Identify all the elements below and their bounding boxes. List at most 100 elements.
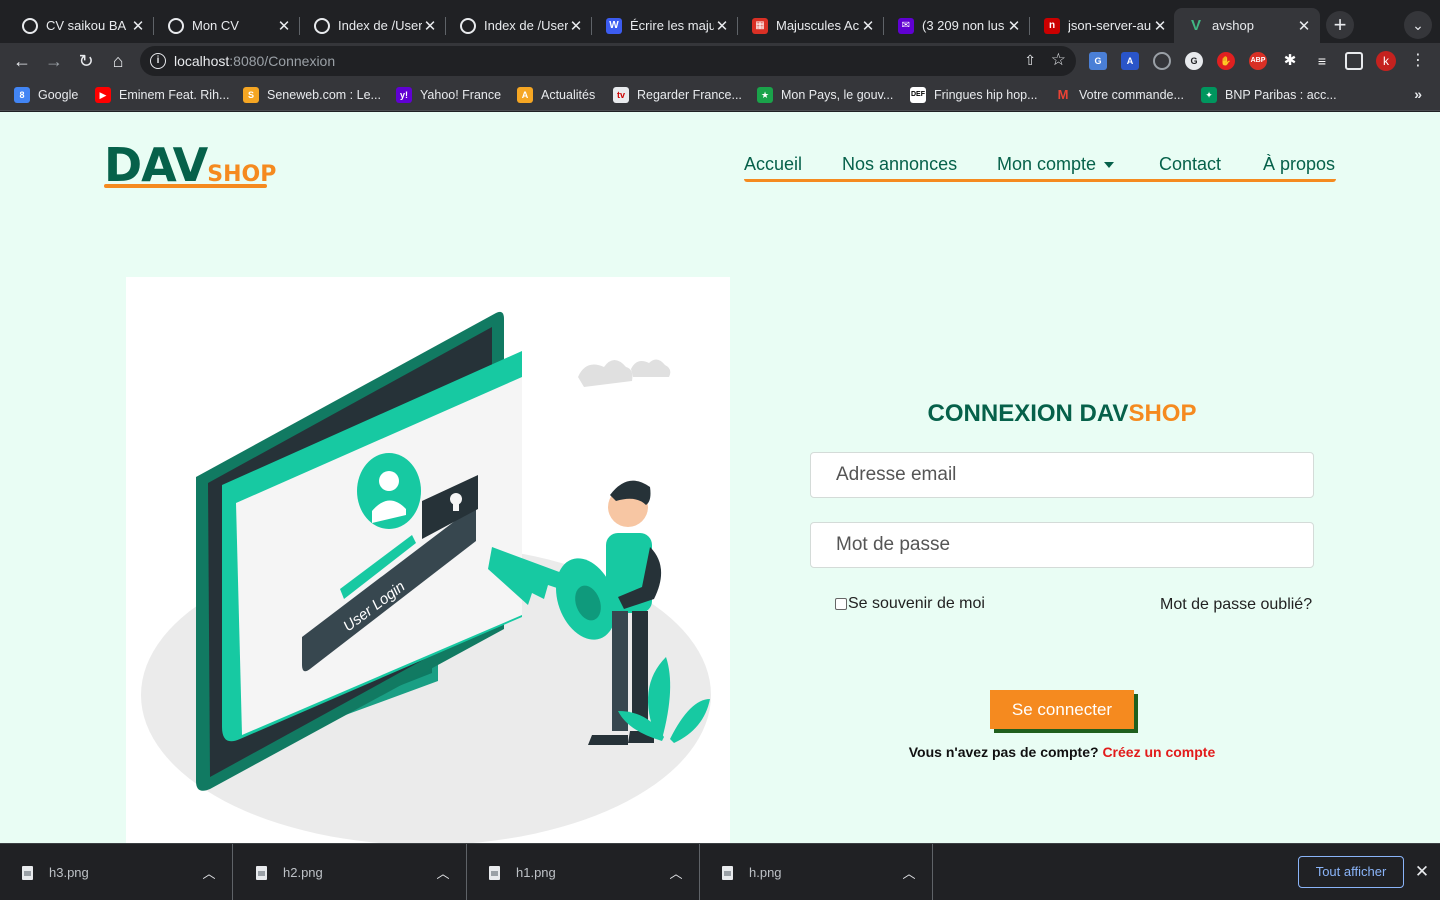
nav-mon-compte[interactable]: Mon compte <box>997 154 1115 175</box>
bookmark-commande[interactable]: M Votre commande... <box>1055 87 1184 103</box>
download-filename: h.png <box>749 865 782 880</box>
tab-title: Index de /User <box>484 18 568 33</box>
nav-accueil[interactable]: Accueil <box>744 154 802 175</box>
remember-me[interactable]: Se souvenir de moi <box>835 595 985 613</box>
chevron-up-icon[interactable]: ︿ <box>661 863 691 882</box>
download-item[interactable]: h1.png ︿ <box>467 844 700 900</box>
close-icon[interactable]: ✕ <box>1296 17 1312 35</box>
email-field[interactable] <box>810 452 1314 498</box>
tab-avshop[interactable]: V avshop ✕ <box>1174 8 1320 43</box>
flag-icon: ★ <box>757 87 773 103</box>
loading-extension-icon[interactable] <box>1153 52 1171 70</box>
login-illustration: User Login <box>126 277 730 843</box>
bookmark-label: BNP Paribas : acc... <box>1225 88 1337 102</box>
download-item[interactable]: h.png ︿ <box>700 844 933 900</box>
download-filename: h2.png <box>283 865 323 880</box>
hand-extension-icon[interactable]: ✋ <box>1217 52 1235 70</box>
chevron-up-icon[interactable]: ︿ <box>894 863 924 882</box>
bookmark-yahoo[interactable]: y! Yahoo! France <box>396 87 501 103</box>
close-icon[interactable]: ✕ <box>1412 862 1432 882</box>
bookmark-eminem[interactable]: ▶ Eminem Feat. Rih... <box>95 87 229 103</box>
profile-avatar[interactable]: k <box>1376 51 1396 71</box>
share-icon[interactable]: ⇧ <box>1024 52 1036 69</box>
login-submit-button[interactable]: Se connecter <box>990 690 1134 729</box>
remember-me-checkbox[interactable] <box>835 598 847 610</box>
bookmark-seneweb[interactable]: S Seneweb.com : Le... <box>243 87 381 103</box>
file-icon <box>22 865 33 880</box>
close-icon[interactable]: ✕ <box>130 17 146 35</box>
bookmark-mon-pays[interactable]: ★ Mon Pays, le gouv... <box>757 87 893 103</box>
chevron-up-icon[interactable]: ︿ <box>194 863 224 882</box>
browser-menu-icon[interactable]: ⋮ <box>1410 50 1426 70</box>
chevron-up-icon[interactable]: ︿ <box>428 863 458 882</box>
media-control-icon[interactable]: ≡ <box>1313 52 1331 70</box>
tab-search-button[interactable]: ⌄ <box>1404 11 1432 39</box>
nav-contact[interactable]: Contact <box>1159 154 1221 175</box>
password-field[interactable] <box>810 522 1314 568</box>
close-icon[interactable]: ✕ <box>1006 17 1022 35</box>
tab-index-user-2[interactable]: Index de /User ✕ <box>446 8 592 43</box>
mail-icon: ✉ <box>898 17 914 34</box>
bookmark-bnp[interactable]: ✦ BNP Paribas : acc... <box>1201 87 1337 103</box>
remember-me-label: Se souvenir de moi <box>848 595 985 612</box>
more-bookmarks-icon[interactable]: » <box>1414 86 1422 102</box>
bookmark-label: Fringues hip hop... <box>934 88 1038 102</box>
close-icon[interactable]: ✕ <box>568 17 584 35</box>
nav-a-propos[interactable]: À propos <box>1263 154 1335 175</box>
reload-icon[interactable]: ↻ <box>74 49 98 73</box>
close-icon[interactable]: ✕ <box>1152 17 1168 35</box>
side-panel-icon[interactable] <box>1345 52 1363 70</box>
close-icon[interactable]: ✕ <box>860 17 876 35</box>
nav-mon-compte-label: Mon compte <box>997 154 1097 174</box>
browser-tab-strip: CV saikou BA ✕ Mon CV ✕ Index de /User ✕… <box>0 0 1440 43</box>
translate-extension-icon[interactable]: G <box>1089 52 1107 70</box>
show-all-downloads-button[interactable]: Tout afficher <box>1298 856 1404 888</box>
file-icon <box>722 865 733 880</box>
bookmark-fringues[interactable]: DEF Fringues hip hop... <box>910 87 1038 103</box>
bookmark-google[interactable]: 8 Google <box>14 87 78 103</box>
new-tab-button[interactable]: + <box>1326 11 1354 39</box>
site-logo[interactable]: DAVSHOP <box>104 138 276 192</box>
close-icon[interactable]: ✕ <box>422 17 438 35</box>
tab-mail[interactable]: ✉ (3 209 non lus ✕ <box>884 8 1030 43</box>
puzzle-extensions-icon[interactable]: ✱ <box>1281 52 1299 70</box>
download-item[interactable]: h3.png ︿ <box>0 844 233 900</box>
forward-arrow-icon[interactable]: → <box>42 49 66 73</box>
calendar-icon: ▦ <box>752 17 768 34</box>
forgot-password-link[interactable]: Mot de passe oublié? <box>1160 596 1312 614</box>
bookmark-label: Google <box>38 88 79 102</box>
bookmarks-bar: 8 Google ▶ Eminem Feat. Rih... S Seneweb.co… <box>0 79 1440 111</box>
dictionary-extension-icon[interactable]: A <box>1121 52 1139 70</box>
bookmark-label: Eminem Feat. Rih... <box>119 88 230 102</box>
tab-majuscules-accents[interactable]: ▦ Majuscules Ac ✕ <box>738 8 884 43</box>
signup-text: Vous n'avez pas de compte? <box>908 744 1099 760</box>
url-text[interactable]: localhost:8080/Connexion <box>174 53 335 69</box>
home-icon[interactable]: ⌂ <box>106 49 130 73</box>
tab-mon-cv[interactable]: Mon CV ✕ <box>154 8 300 43</box>
bookmark-label: Regarder France... <box>637 88 742 102</box>
adblock-extension-icon[interactable]: ABP <box>1249 52 1267 70</box>
tab-json-server[interactable]: n json-server-au ✕ <box>1030 8 1176 43</box>
tv-icon: tv <box>613 87 629 103</box>
close-icon[interactable]: ✕ <box>276 17 292 35</box>
globe-icon <box>22 17 38 34</box>
site-info-icon[interactable]: i <box>150 53 166 69</box>
bookmark-star-icon[interactable]: ☆ <box>1051 50 1066 70</box>
tab-title: json-server-au <box>1068 18 1152 33</box>
tab-cv-saikou[interactable]: CV saikou BA ✕ <box>8 8 154 43</box>
youtube-icon: ▶ <box>95 87 111 103</box>
nav-nos-annonces[interactable]: Nos annonces <box>842 154 957 175</box>
tab-ecrire-majuscules[interactable]: W Écrire les maju ✕ <box>592 8 738 43</box>
close-icon[interactable]: ✕ <box>714 17 730 35</box>
back-arrow-icon[interactable]: ← <box>10 49 34 73</box>
address-bar[interactable]: i localhost:8080/Connexion ⇧ ☆ <box>140 46 1076 76</box>
page-content: DAVSHOP Accueil Nos annonces Mon compte … <box>0 112 1440 843</box>
download-item[interactable]: h2.png ︿ <box>234 844 467 900</box>
tab-index-user-1[interactable]: Index de /User ✕ <box>300 8 446 43</box>
url-path: :8080/Connexion <box>229 53 336 69</box>
tab-title: Index de /User <box>338 18 422 33</box>
grammar-extension-icon[interactable]: G <box>1185 52 1203 70</box>
bookmark-actualites[interactable]: A Actualités <box>517 87 595 103</box>
bookmark-france-tv[interactable]: tv Regarder France... <box>613 87 742 103</box>
create-account-link[interactable]: Créez un compte <box>1102 744 1215 760</box>
